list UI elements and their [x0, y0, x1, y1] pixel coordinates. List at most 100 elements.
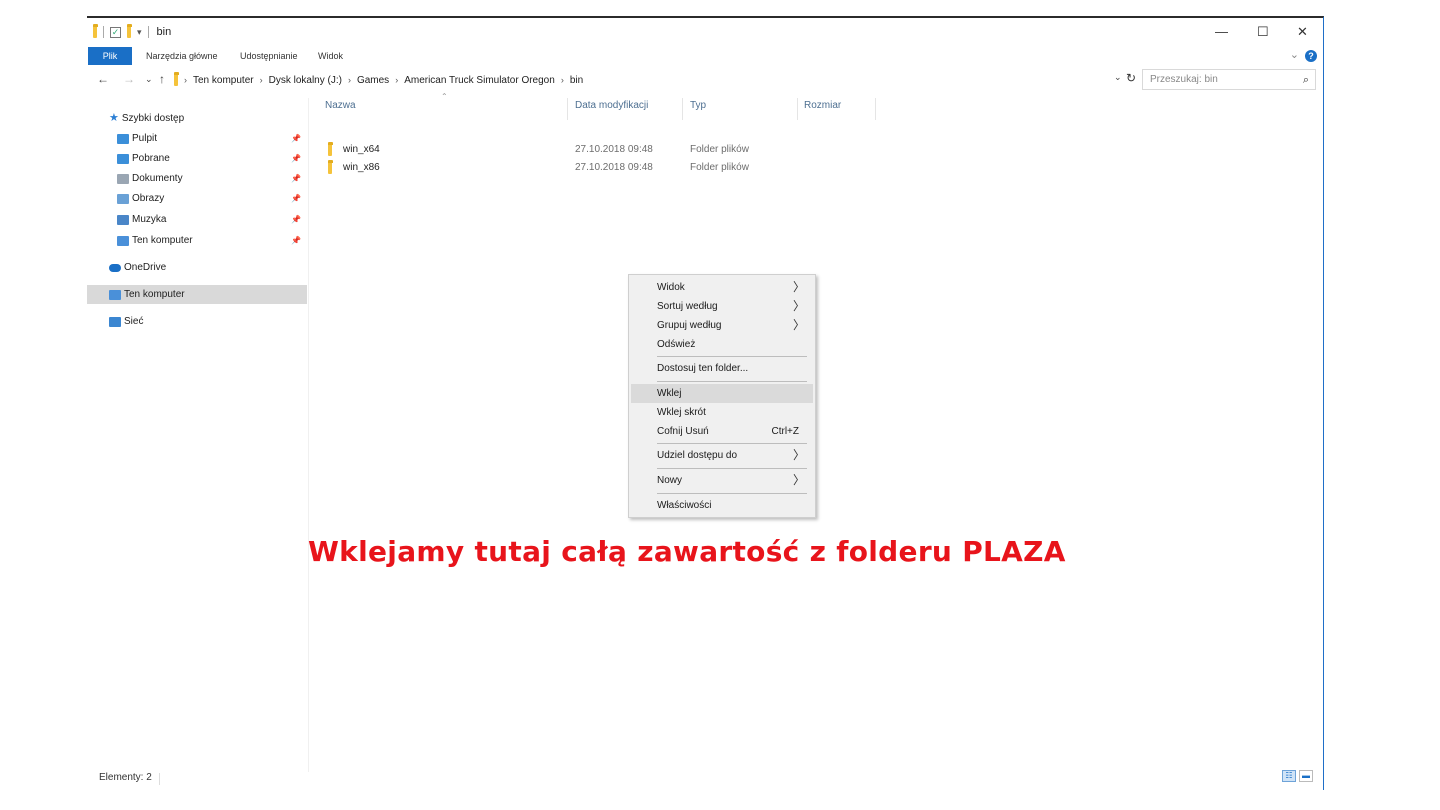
minimize-button[interactable]: —	[1215, 24, 1228, 39]
pin-icon[interactable]: 📌	[291, 169, 301, 188]
large-icons-view-icon[interactable]: ▬	[1299, 770, 1313, 782]
menu-separator	[657, 493, 807, 494]
column-header-size[interactable]: Rozmiar	[804, 100, 841, 111]
new-folder-icon[interactable]	[127, 24, 132, 38]
breadcrumb-item[interactable]: Dysk lokalny (J:)	[269, 75, 342, 86]
search-placeholder: Przeszukaj: bin	[1150, 74, 1218, 85]
pin-icon[interactable]: 📌	[291, 129, 301, 148]
ribbon-tabs: Plik Narzędzia główne Udostępnianie Wido…	[87, 47, 1323, 65]
close-button[interactable]: ✕	[1297, 24, 1308, 40]
sidebar-item-downloads[interactable]: Pobrane 📌	[87, 149, 307, 168]
properties-icon[interactable]: ✓	[110, 26, 121, 38]
file-modified: 27.10.2018 09:48	[575, 144, 653, 155]
sidebar-item-onedrive[interactable]: OneDrive	[87, 258, 307, 277]
menu-item-sort-by[interactable]: Sortuj według 〉	[631, 297, 813, 316]
pin-icon[interactable]: 📌	[291, 231, 301, 250]
network-icon	[109, 316, 121, 327]
tab-view[interactable]: Widok	[318, 47, 343, 65]
chevron-right-icon[interactable]: ›	[348, 75, 351, 85]
table-row[interactable]: win_x64 27.10.2018 09:48 Folder plików	[310, 141, 910, 159]
help-icon[interactable]: ?	[1305, 50, 1317, 62]
menu-separator	[657, 356, 807, 357]
menu-item-refresh[interactable]: Odśwież	[631, 335, 813, 354]
pin-icon[interactable]: 📌	[291, 189, 301, 208]
details-view-icon[interactable]: ☷	[1282, 770, 1296, 782]
context-menu: Widok 〉 Sortuj według 〉 Grupuj według 〉 …	[628, 274, 816, 518]
sidebar-item-music[interactable]: Muzyka 📌	[87, 210, 307, 229]
breadcrumb-item[interactable]: bin	[570, 75, 583, 86]
menu-item-label: Sortuj według	[657, 301, 718, 312]
file-name: win_x64	[343, 144, 380, 155]
desktop-icon	[117, 133, 129, 144]
tab-file[interactable]: Plik	[88, 47, 132, 65]
menu-item-paste[interactable]: Wklej	[631, 384, 813, 403]
sidebar-item-network[interactable]: Sieć	[87, 312, 307, 331]
address-dropdown-icon[interactable]: ⌄	[1114, 72, 1122, 83]
table-row[interactable]: win_x86 27.10.2018 09:48 Folder plików	[310, 159, 910, 177]
menu-item-label: Udziel dostępu do	[657, 450, 738, 461]
sidebar-item-label: Obrazy	[132, 193, 165, 204]
up-button[interactable]: ↑	[159, 72, 165, 86]
column-divider[interactable]	[682, 98, 683, 120]
search-icon: ⌕	[1302, 74, 1309, 86]
recent-locations-button[interactable]: ⌄	[145, 74, 153, 85]
customize-toolbar-icon[interactable]: ▾	[137, 27, 142, 38]
column-header-modified[interactable]: Data modyfikacji	[575, 100, 648, 111]
chevron-right-icon: 〉	[792, 473, 805, 487]
file-list[interactable]: ⌃ Nazwa Data modyfikacji Typ Rozmiar win…	[310, 92, 1323, 772]
sidebar-item-label: Ten komputer	[124, 289, 185, 300]
music-icon	[117, 214, 129, 225]
pin-icon[interactable]: 📌	[291, 149, 301, 168]
expand-ribbon-icon[interactable]: ⌄	[1290, 48, 1299, 61]
file-modified: 27.10.2018 09:48	[575, 162, 653, 173]
menu-item-properties[interactable]: Właściwości	[631, 496, 813, 515]
folder-icon	[93, 24, 98, 38]
chevron-right-icon[interactable]: ›	[561, 75, 564, 85]
search-input[interactable]: Przeszukaj: bin ⌕	[1142, 69, 1316, 90]
column-header-type[interactable]: Typ	[690, 100, 706, 111]
menu-separator	[657, 468, 807, 469]
title-bar: ✓ ▾ bin — ☐ ✕	[87, 18, 1323, 48]
folder-icon	[174, 72, 179, 86]
menu-item-view[interactable]: Widok 〉	[631, 278, 813, 297]
breadcrumb-item[interactable]: American Truck Simulator Oregon	[404, 75, 555, 86]
chevron-right-icon[interactable]: ›	[260, 75, 263, 85]
address-row: ← → ⌄ ↑ › Ten komputer › Dysk lokalny (J…	[87, 69, 1323, 91]
menu-item-customize-folder[interactable]: Dostosuj ten folder...	[631, 359, 813, 378]
breadcrumb-item[interactable]: Ten komputer	[193, 75, 254, 86]
menu-item-new[interactable]: Nowy 〉	[631, 471, 813, 490]
menu-item-paste-shortcut[interactable]: Wklej skrót	[631, 403, 813, 422]
maximize-button[interactable]: ☐	[1257, 24, 1269, 40]
column-divider[interactable]	[567, 98, 568, 120]
menu-item-give-access[interactable]: Udziel dostępu do 〉	[631, 446, 813, 465]
refresh-icon[interactable]: ↻	[1126, 71, 1136, 85]
tab-share[interactable]: Udostępnianie	[240, 47, 298, 65]
address-bar[interactable]: › Ten komputer › Dysk lokalny (J:) › Gam…	[174, 70, 1139, 90]
download-icon	[117, 153, 129, 164]
documents-icon	[117, 173, 129, 184]
sidebar-item-documents[interactable]: Dokumenty 📌	[87, 169, 307, 188]
pin-icon[interactable]: 📌	[291, 210, 301, 229]
breadcrumb-item[interactable]: Games	[357, 75, 389, 86]
tab-home[interactable]: Narzędzia główne	[146, 47, 218, 65]
sidebar-item-pictures[interactable]: Obrazy 📌	[87, 189, 307, 208]
menu-item-group-by[interactable]: Grupuj według 〉	[631, 316, 813, 335]
sidebar-item-quick-access[interactable]: ★ Szybki dostęp	[87, 109, 307, 128]
back-button[interactable]: ←	[97, 72, 109, 86]
sidebar-item-desktop[interactable]: Pulpit 📌	[87, 129, 307, 148]
chevron-right-icon[interactable]: ›	[184, 75, 187, 85]
chevron-right-icon: 〉	[792, 318, 805, 332]
sidebar-item-label: Muzyka	[132, 214, 167, 225]
pictures-icon	[117, 193, 129, 204]
column-header-name[interactable]: Nazwa	[325, 100, 356, 111]
menu-item-label: Widok	[657, 282, 685, 293]
chevron-right-icon[interactable]: ›	[395, 75, 398, 85]
menu-item-undo-delete[interactable]: Cofnij Usuń Ctrl+Z	[631, 422, 813, 441]
sidebar-item-this-pc-pinned[interactable]: Ten komputer 📌	[87, 231, 307, 250]
sidebar-item-this-pc[interactable]: Ten komputer	[87, 285, 307, 304]
column-divider[interactable]	[875, 98, 876, 120]
status-item-count: Elementy: 2	[99, 772, 152, 783]
forward-button[interactable]: →	[123, 72, 135, 86]
menu-item-label: Nowy	[657, 475, 683, 486]
column-divider[interactable]	[797, 98, 798, 120]
